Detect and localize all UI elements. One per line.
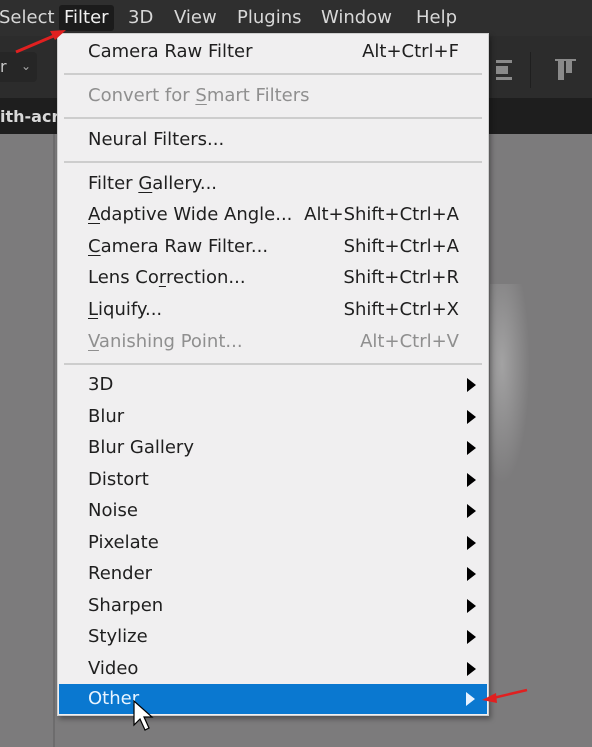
menu-item-shortcut: Shift+Ctrl+A (343, 236, 459, 257)
menu-item-adaptive-wide-angle[interactable]: Adaptive Wide Angle... Alt+Shift+Ctrl+A (58, 200, 488, 230)
menu-item-label: Video (88, 658, 139, 679)
submenu-pixelate[interactable]: Pixelate (58, 528, 488, 558)
menu-item-label: Adaptive Wide Angle... (88, 204, 293, 225)
menu-item-neural-filters[interactable]: Neural Filters... (58, 125, 488, 155)
menu-3d[interactable]: 3D (123, 5, 158, 31)
submenu-noise[interactable]: Noise (58, 496, 488, 526)
menu-item-shortcut: Shift+Ctrl+X (343, 299, 459, 320)
menu-item-label: 3D (88, 374, 114, 395)
menu-item-shortcut: Alt+Ctrl+F (362, 41, 459, 62)
submenu-arrow-icon (467, 410, 476, 424)
options-divider (530, 52, 531, 88)
submenu-stylize[interactable]: Stylize (58, 622, 488, 652)
menu-item-label: Sharpen (88, 595, 164, 616)
menu-item-convert-smart-filters[interactable]: Convert for Smart Filters (58, 81, 488, 111)
submenu-arrow-icon (467, 662, 476, 676)
submenu-arrow-icon (467, 630, 476, 644)
menu-separator (64, 363, 482, 365)
submenu-arrow-icon (467, 536, 476, 550)
submenu-arrow-icon (467, 567, 476, 581)
menu-item-camera-raw-filter[interactable]: Camera Raw Filter... Shift+Ctrl+A (58, 232, 488, 262)
menu-item-label: Convert for Smart Filters (88, 85, 310, 106)
menu-item-label: Distort (88, 469, 149, 490)
menu-help[interactable]: Help (411, 5, 462, 31)
submenu-arrow-icon (467, 599, 476, 613)
menu-item-label: Camera Raw Filter... (88, 236, 269, 257)
menu-item-vanishing-point[interactable]: Vanishing Point... Alt+Ctrl+V (58, 327, 488, 357)
menu-item-shortcut: Alt+Shift+Ctrl+A (304, 204, 459, 225)
dropdown-value: r (0, 57, 7, 76)
menu-item-label: Noise (88, 500, 138, 521)
submenu-video[interactable]: Video (58, 654, 488, 684)
mouse-cursor-icon (133, 700, 154, 731)
menu-item-label: Pixelate (88, 532, 159, 553)
menu-select[interactable]: Select (0, 5, 60, 31)
document-tab-title: ith-acr (0, 107, 60, 126)
filter-menu: Camera Raw Filter Alt+Ctrl+F Convert for… (57, 33, 489, 716)
menu-plugins[interactable]: Plugins (232, 5, 306, 31)
menu-item-last-filter[interactable]: Camera Raw Filter Alt+Ctrl+F (58, 37, 488, 67)
menu-separator (64, 161, 482, 163)
menu-item-label: Neural Filters... (88, 129, 225, 150)
align-center-icon[interactable] (486, 58, 514, 82)
submenu-arrow-icon (467, 378, 476, 392)
menu-window[interactable]: Window (316, 5, 397, 31)
submenu-render[interactable]: Render (58, 559, 488, 589)
tool-options-dropdown[interactable]: r ⌄ (0, 52, 37, 82)
submenu-arrow-icon (466, 692, 475, 706)
menu-item-label: Blur (88, 406, 125, 427)
menu-item-label: Blur Gallery (88, 437, 194, 458)
menu-item-lens-correction[interactable]: Lens Correction... Shift+Ctrl+R (58, 263, 488, 293)
menu-separator (64, 117, 482, 119)
menu-bar: Select Filter 3D View Plugins Window Hel… (0, 0, 592, 36)
menu-item-label: Filter Gallery... (88, 173, 218, 194)
menu-separator (64, 73, 482, 75)
chevron-down-icon: ⌄ (21, 59, 32, 73)
menu-view[interactable]: View (169, 5, 222, 31)
submenu-3d[interactable]: 3D (58, 370, 488, 400)
menu-item-label: Camera Raw Filter (88, 41, 253, 62)
submenu-distort[interactable]: Distort (58, 465, 488, 495)
submenu-arrow-icon (467, 441, 476, 455)
menu-item-label: Stylize (88, 626, 148, 647)
menu-item-label: Liquify... (88, 299, 163, 320)
menu-item-label: Lens Correction... (88, 267, 246, 288)
submenu-blur[interactable]: Blur (58, 402, 488, 432)
document-tab[interactable]: ith-acr (0, 98, 59, 134)
canvas-edge (53, 134, 55, 747)
menu-item-filter-gallery[interactable]: Filter Gallery... (58, 169, 488, 199)
submenu-other[interactable]: Other (59, 684, 487, 714)
align-top-icon[interactable] (553, 58, 581, 84)
menu-filter[interactable]: Filter (59, 5, 114, 31)
submenu-blur-gallery[interactable]: Blur Gallery (58, 433, 488, 463)
submenu-arrow-icon (467, 504, 476, 518)
menu-item-shortcut: Alt+Ctrl+V (360, 331, 459, 352)
canvas-image-highlight (490, 284, 530, 484)
menu-item-shortcut: Shift+Ctrl+R (343, 267, 459, 288)
submenu-arrow-icon (467, 473, 476, 487)
submenu-sharpen[interactable]: Sharpen (58, 591, 488, 621)
menu-item-label: Render (88, 563, 153, 584)
menu-item-liquify[interactable]: Liquify... Shift+Ctrl+X (58, 295, 488, 325)
menu-item-label: Vanishing Point... (88, 331, 243, 352)
